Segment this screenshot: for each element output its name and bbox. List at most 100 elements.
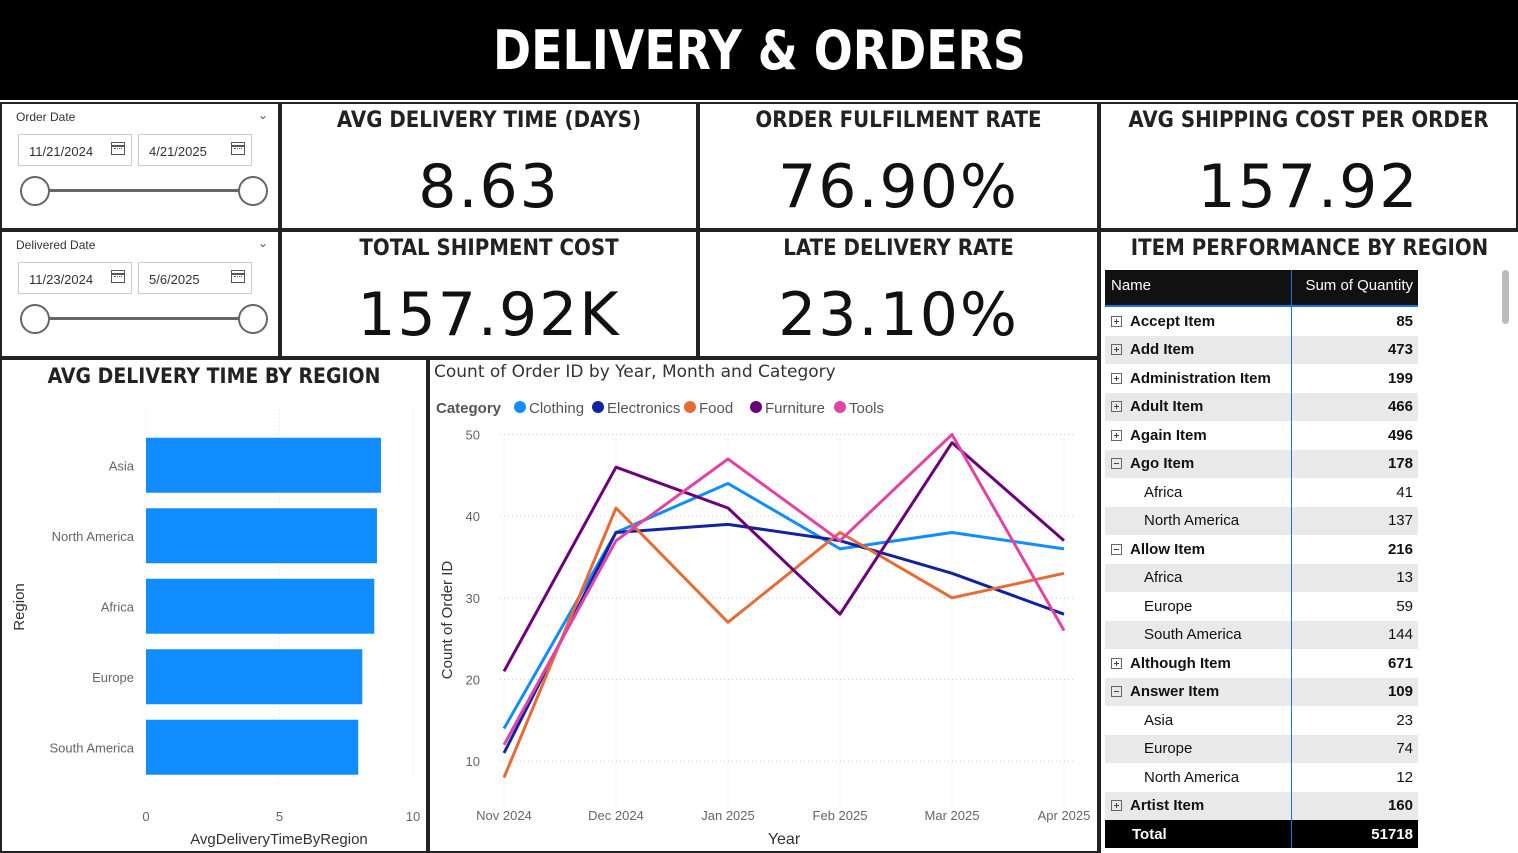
row-label: Allow Item	[1130, 540, 1206, 558]
row-value: 85	[1291, 307, 1418, 336]
slicer-title: Delivered Date	[16, 238, 96, 252]
row-value: 216	[1291, 535, 1418, 564]
bar	[146, 508, 377, 564]
chevron-down-icon[interactable]: ⌄	[258, 108, 268, 122]
x-tick-label: Dec 2024	[588, 808, 644, 823]
calendar-icon[interactable]	[111, 142, 125, 155]
row-name: Adult Item	[1105, 398, 1291, 415]
calendar-icon[interactable]	[231, 142, 245, 155]
kpi-value: 157.92	[1197, 152, 1420, 222]
x-tick-label: Jan 2025	[701, 808, 755, 823]
row-name: Accept Item	[1105, 313, 1291, 330]
matrix-parent-row[interactable]: Artist Item 160	[1105, 791, 1418, 820]
calendar-icon[interactable]	[231, 270, 245, 283]
kpi-total-cost-card: TOTAL SHIPMENT COST 157.92K	[280, 230, 698, 358]
collapse-icon[interactable]	[1111, 686, 1122, 698]
kpi-value: 23.10%	[778, 280, 1019, 350]
x-tick-label: Feb 2025	[813, 808, 868, 823]
row-label: Europe	[1144, 740, 1193, 758]
item-performance-matrix: Name Sum of Quantity Accept Item 85 Add It…	[1105, 270, 1418, 848]
row-value: 137	[1291, 506, 1418, 535]
matrix-scrollbar[interactable]	[1502, 270, 1509, 324]
slider-end-handle[interactable]	[238, 176, 268, 206]
x-tick-label: Apr 2025	[1038, 808, 1091, 823]
x-tick-label: Mar 2025	[925, 808, 980, 823]
row-label: Administration Item	[1130, 369, 1271, 387]
row-name: Artist Item	[1105, 797, 1291, 814]
date-range-slider[interactable]	[34, 317, 256, 320]
row-name: Allow Item	[1105, 541, 1291, 558]
slider-end-handle[interactable]	[238, 304, 268, 334]
row-value: 160	[1291, 791, 1418, 820]
x-tick-label: Nov 2024	[476, 808, 532, 823]
matrix-parent-row[interactable]: Allow Item 216	[1105, 535, 1418, 564]
row-name: Europe	[1105, 598, 1291, 615]
kpi-label: LATE DELIVERY RATE	[783, 236, 1014, 261]
y-tick-label: 10	[466, 754, 480, 769]
start-date-input[interactable]: 11/21/2024	[18, 134, 132, 166]
column-header-quantity[interactable]: Sum of Quantity	[1291, 270, 1418, 305]
row-label: Asia	[1144, 711, 1174, 729]
date-range-slider[interactable]	[34, 189, 256, 192]
kpi-label: AVG DELIVERY TIME (DAYS)	[336, 108, 642, 133]
row-label: Again Item	[1130, 426, 1207, 444]
matrix-parent-row[interactable]: Accept Item 85	[1105, 307, 1418, 336]
row-value: 496	[1291, 421, 1418, 450]
matrix-parent-row[interactable]: Ago Item 178	[1105, 449, 1418, 478]
y-tick-label: 50	[466, 428, 480, 443]
expand-icon[interactable]	[1111, 657, 1122, 669]
end-date-input[interactable]: 4/21/2025	[138, 134, 252, 166]
y-axis-label: Count of Order ID	[439, 561, 456, 680]
slider-start-handle[interactable]	[20, 304, 50, 334]
expand-icon[interactable]	[1111, 429, 1122, 441]
row-label: Africa	[1144, 569, 1183, 587]
start-date-input[interactable]: 11/23/2024	[18, 262, 132, 294]
total-label: Total	[1132, 825, 1167, 843]
end-date-input[interactable]: 5/6/2025	[138, 262, 252, 294]
kpi-fulfilment-card: ORDER FULFILMENT RATE 76.90%	[698, 102, 1099, 230]
matrix-parent-row[interactable]: Again Item 496	[1105, 421, 1418, 450]
end-date-value: 5/6/2025	[149, 272, 200, 287]
matrix-parent-row[interactable]: Answer Item 109	[1105, 677, 1418, 706]
matrix-parent-row[interactable]: Although Item 671	[1105, 649, 1418, 678]
y-axis-label: Region	[11, 583, 28, 631]
bar	[146, 719, 359, 775]
row-value: 13	[1291, 563, 1418, 592]
calendar-icon[interactable]	[111, 270, 125, 283]
kpi-avg-delivery-card: AVG DELIVERY TIME (DAYS) 8.63	[280, 102, 698, 230]
slider-start-handle[interactable]	[20, 176, 50, 206]
row-label: South America	[1144, 626, 1242, 644]
matrix-child-row: Europe 74	[1105, 734, 1418, 763]
matrix-parent-row[interactable]: Add Item 473	[1105, 335, 1418, 364]
row-label: North America	[1144, 768, 1240, 786]
row-name: North America	[1105, 769, 1291, 786]
series-line	[502, 433, 1066, 746]
y-tick-label: Africa	[101, 599, 135, 614]
row-label: Answer Item	[1130, 683, 1220, 701]
row-name: Answer Item	[1105, 683, 1291, 700]
expand-icon[interactable]	[1111, 344, 1122, 356]
matrix-child-row: Europe 59	[1105, 592, 1418, 621]
column-header-name[interactable]: Name	[1105, 270, 1291, 305]
expand-icon[interactable]	[1111, 401, 1122, 413]
row-value: 144	[1291, 620, 1418, 649]
chevron-down-icon[interactable]: ⌄	[258, 236, 268, 250]
expand-icon[interactable]	[1111, 315, 1122, 327]
expand-icon[interactable]	[1111, 372, 1122, 384]
matrix-parent-row[interactable]: Administration Item 199	[1105, 364, 1418, 393]
y-tick-label: South America	[49, 740, 134, 755]
matrix-parent-row[interactable]: Adult Item 466	[1105, 392, 1418, 421]
expand-icon[interactable]	[1111, 800, 1122, 812]
kpi-value: 76.90%	[778, 152, 1019, 222]
collapse-icon[interactable]	[1111, 543, 1122, 555]
matrix-header: Name Sum of Quantity	[1105, 270, 1418, 307]
line-chart[interactable]: Category Clothing Electronics Food Furniture…	[430, 360, 1097, 851]
row-label: Add Item	[1130, 341, 1195, 359]
collapse-icon[interactable]	[1111, 458, 1122, 470]
row-name: Ago Item	[1105, 455, 1291, 472]
kpi-late-rate-card: LATE DELIVERY RATE 23.10%	[698, 230, 1099, 358]
row-name: Add Item	[1105, 341, 1291, 358]
bar-chart[interactable]: 0 5 10 Asia North America Africa Europe South A…	[2, 360, 426, 851]
legend-item: Tools	[849, 400, 884, 417]
y-tick-label: Asia	[109, 458, 135, 473]
